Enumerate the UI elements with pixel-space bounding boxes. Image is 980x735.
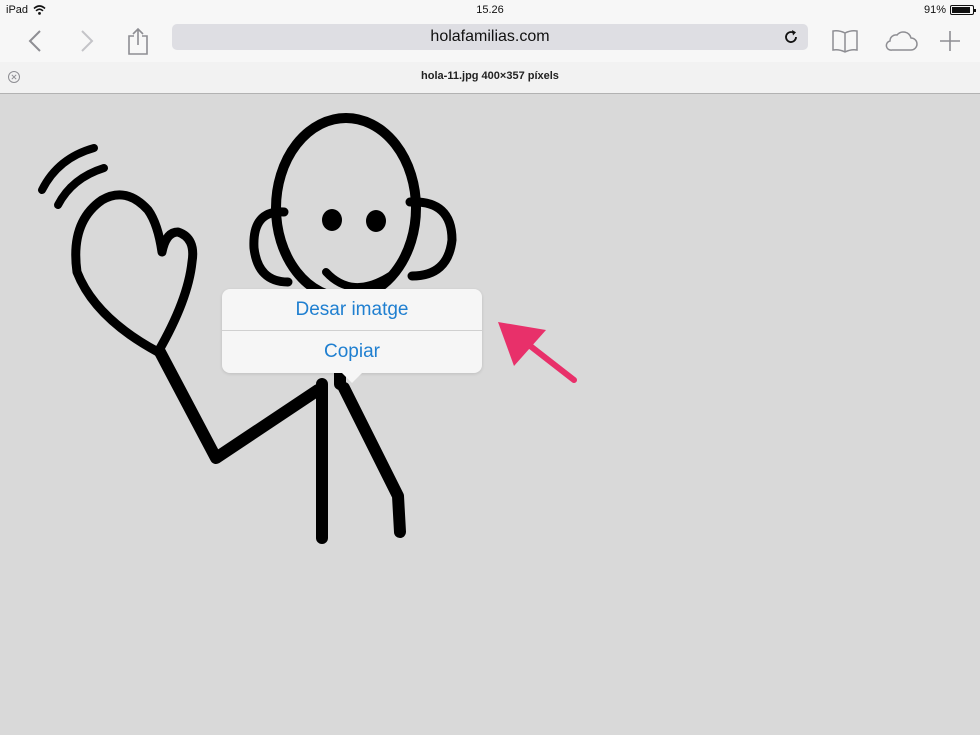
battery-fill xyxy=(952,7,971,13)
chevron-right-icon xyxy=(81,30,94,52)
copy-menu-item[interactable]: Copiar xyxy=(222,331,482,372)
reload-icon xyxy=(785,30,797,43)
status-bar: iPad 15.26 91% xyxy=(0,0,980,20)
status-time: 15.26 xyxy=(476,4,504,16)
chevron-left-icon xyxy=(28,30,41,52)
reload-button[interactable] xyxy=(780,26,802,48)
battery-percent: 91% xyxy=(923,4,946,16)
share-icon xyxy=(128,27,148,55)
page-content xyxy=(0,94,980,735)
page-title: hola-11.jpg 400×357 píxels xyxy=(421,70,559,82)
share-button[interactable] xyxy=(123,26,153,56)
save-image-menu-item[interactable]: Desar imatge xyxy=(222,289,482,331)
status-right: 91% xyxy=(923,4,976,16)
bookmarks-button[interactable] xyxy=(830,26,860,56)
forward-button[interactable] xyxy=(72,26,102,56)
cloud-icon xyxy=(885,31,918,51)
address-bar[interactable]: holafamilias.com xyxy=(172,24,808,50)
icloud-tabs-button[interactable] xyxy=(883,26,919,56)
book-icon xyxy=(832,30,858,53)
battery-icon xyxy=(950,5,976,15)
browser-toolbar: holafamilias.com xyxy=(0,20,980,62)
annotation-arrow xyxy=(498,322,577,383)
image-context-menu: Desar imatge Copiar xyxy=(222,289,482,383)
plus-icon xyxy=(940,31,960,51)
new-tab-button[interactable] xyxy=(935,26,965,56)
tab-bar: hola-11.jpg 400×357 píxels xyxy=(0,62,980,94)
url-text: holafamilias.com xyxy=(430,28,550,45)
back-button[interactable] xyxy=(20,26,50,56)
